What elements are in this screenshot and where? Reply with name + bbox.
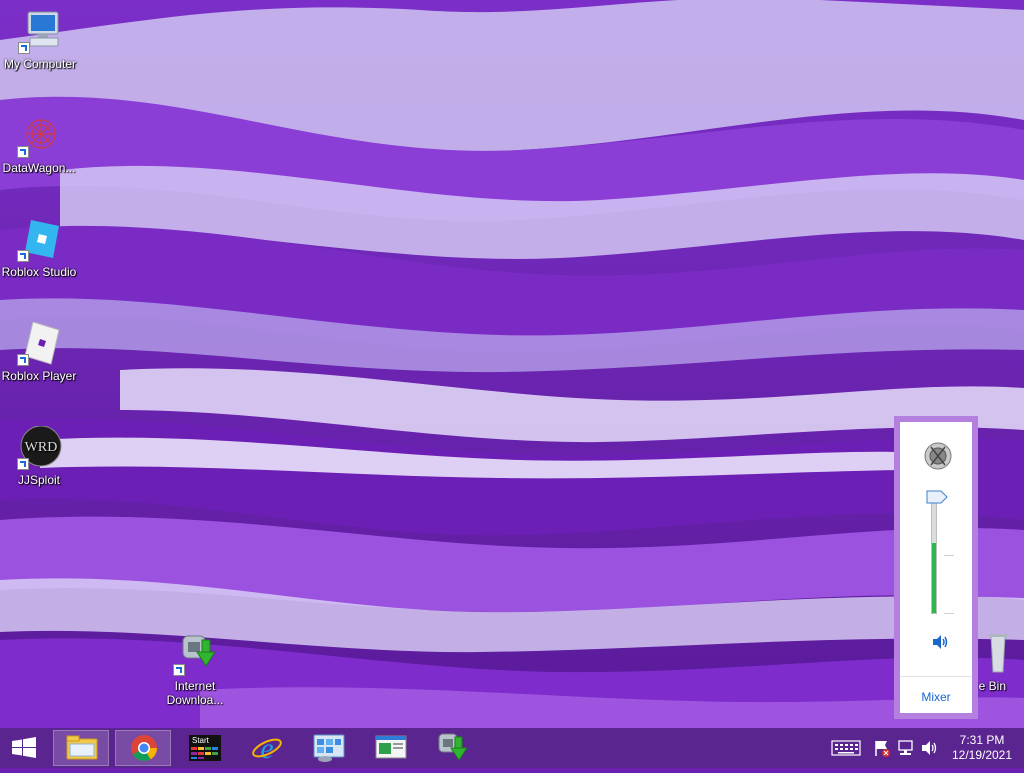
desktop-icon-my-computer[interactable]: My Computer <box>0 10 80 71</box>
folder-icon <box>66 735 98 760</box>
speaker-mute-icon[interactable] <box>930 632 950 652</box>
speaker-icon <box>922 741 937 755</box>
audio-device-icon[interactable] <box>922 440 954 472</box>
desktop-icon-roblox-player[interactable]: Roblox Player <box>0 321 79 383</box>
roblox-player-icon <box>15 321 63 366</box>
mixer-link[interactable]: Mixer <box>900 690 972 704</box>
desktop-icon-roblox-studio[interactable]: Roblox Studio <box>0 218 79 279</box>
clock-time: 7:31 PM <box>959 733 1005 747</box>
desktop-icon-label: JJSploit <box>17 473 61 487</box>
jjsploit-icon: WRD <box>15 425 63 470</box>
start-button[interactable] <box>0 728 48 768</box>
clock-date: 12/19/2021 <box>951 748 1013 762</box>
touch-keyboard-button[interactable] <box>830 728 862 768</box>
volume-panel: Mixer <box>900 422 972 713</box>
network-button[interactable] <box>896 728 916 768</box>
recycle-bin-icon <box>977 632 1007 676</box>
desktop-wallpaper <box>0 0 1024 728</box>
start-app-icon: Start <box>189 735 221 761</box>
taskbar-internet-explorer[interactable]: e <box>239 730 295 766</box>
window-icon <box>375 735 407 759</box>
flyout-divider <box>900 676 972 677</box>
chrome-icon <box>131 735 158 761</box>
volume-level-fill <box>932 543 936 613</box>
control-panel-icon <box>313 734 345 762</box>
computer-icon <box>16 10 64 54</box>
desktop-icon-label: My Computer <box>3 57 77 71</box>
keyboard-icon <box>831 740 861 756</box>
desktop-icon-jjsploit[interactable]: WRD JJSploit <box>0 425 79 487</box>
volume-slider-thumb[interactable] <box>926 490 948 504</box>
taskbar-download-manager[interactable] <box>425 730 481 766</box>
taskbar-window-app[interactable] <box>363 730 419 766</box>
taskbar-clock[interactable]: 7:31 PM 12/19/2021 <box>946 733 1018 763</box>
volume-flyout: Mixer <box>894 416 978 719</box>
taskbar-file-explorer[interactable] <box>53 730 109 766</box>
taskbar-chrome[interactable] <box>115 730 171 766</box>
desktop-icon-label: DataWagon... <box>2 161 76 175</box>
desktop-icon-datawagon[interactable]: DataWagon... <box>0 114 79 175</box>
start-app-label: Start <box>192 736 210 745</box>
desktop-icon-label: Internet <box>174 679 216 693</box>
volume-tick <box>944 613 954 614</box>
desktop-icon-label: Roblox Player <box>1 369 77 383</box>
internet-download-manager-icon <box>171 632 219 676</box>
desktop-icon-label: Downloa... <box>166 693 224 707</box>
network-icon <box>898 740 913 755</box>
internet-download-manager-icon <box>438 733 468 761</box>
taskbar-start-app[interactable]: Start <box>177 730 233 766</box>
volume-tick <box>944 555 954 556</box>
datawagon-icon <box>15 114 63 158</box>
taskbar: Start e 7:31 PM 12/19/2021 <box>0 728 1024 768</box>
flag-alert-icon <box>875 741 890 757</box>
svg-text:e: e <box>260 732 273 764</box>
windows-logo-icon <box>12 737 36 758</box>
action-center-button[interactable] <box>872 728 892 768</box>
volume-button[interactable] <box>920 728 940 768</box>
ie-icon: e <box>252 732 282 765</box>
roblox-studio-icon <box>15 218 63 262</box>
desktop-icon-internet-download-manager[interactable]: Internet Downloa... <box>155 632 235 707</box>
svg-text:WRD: WRD <box>25 440 58 455</box>
desktop-icon-label: Roblox Studio <box>1 265 77 279</box>
volume-slider-track[interactable] <box>931 496 937 614</box>
taskbar-control-panel[interactable] <box>301 730 357 766</box>
